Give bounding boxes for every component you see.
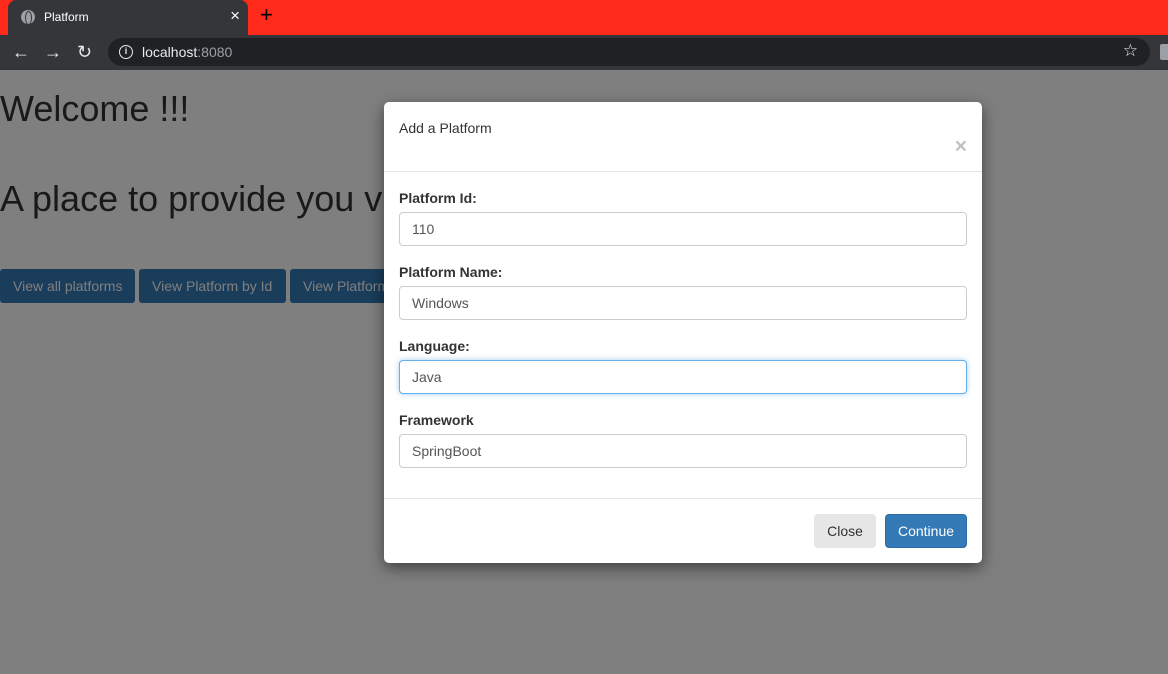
back-icon[interactable]: ← bbox=[12, 41, 30, 63]
browser-toolbar: ← → ↻ i localhost:8080 ☆ bbox=[0, 35, 1168, 70]
platform-name-label: Platform Name: bbox=[399, 264, 503, 280]
language-input[interactable] bbox=[399, 360, 967, 394]
modal-header: Add a Platform × bbox=[384, 102, 982, 172]
tab-close-icon[interactable]: × bbox=[230, 7, 240, 24]
url-host: localhost bbox=[142, 44, 198, 60]
browser-tab[interactable]: Platform × bbox=[8, 0, 248, 35]
reload-icon[interactable]: ↻ bbox=[77, 41, 92, 63]
extension-icon[interactable] bbox=[1160, 44, 1168, 60]
close-button[interactable]: Close bbox=[814, 514, 876, 548]
tab-strip: Platform × + bbox=[0, 0, 1168, 35]
framework-input[interactable] bbox=[399, 434, 967, 468]
new-tab-button[interactable]: + bbox=[260, 4, 273, 26]
modal-title: Add a Platform bbox=[399, 120, 492, 136]
forward-icon[interactable]: → bbox=[44, 41, 62, 63]
info-icon[interactable]: i bbox=[119, 45, 133, 59]
bookmark-star-icon[interactable]: ☆ bbox=[1123, 41, 1138, 61]
url-port: :8080 bbox=[197, 44, 233, 60]
framework-label: Framework bbox=[399, 412, 474, 428]
url-text: localhost:8080 bbox=[142, 44, 232, 60]
tab-title: Platform bbox=[44, 10, 89, 24]
modal-footer-divider bbox=[384, 498, 982, 499]
address-bar[interactable]: i localhost:8080 ☆ bbox=[108, 38, 1150, 66]
globe-icon bbox=[21, 10, 35, 25]
close-icon[interactable]: × bbox=[955, 136, 967, 157]
platform-id-label: Platform Id: bbox=[399, 190, 477, 206]
continue-button[interactable]: Continue bbox=[885, 514, 967, 548]
language-label: Language: bbox=[399, 338, 470, 354]
platform-name-input[interactable] bbox=[399, 286, 967, 320]
add-platform-modal: Add a Platform × Platform Id: Platform N… bbox=[384, 102, 982, 563]
platform-id-input[interactable] bbox=[399, 212, 967, 246]
